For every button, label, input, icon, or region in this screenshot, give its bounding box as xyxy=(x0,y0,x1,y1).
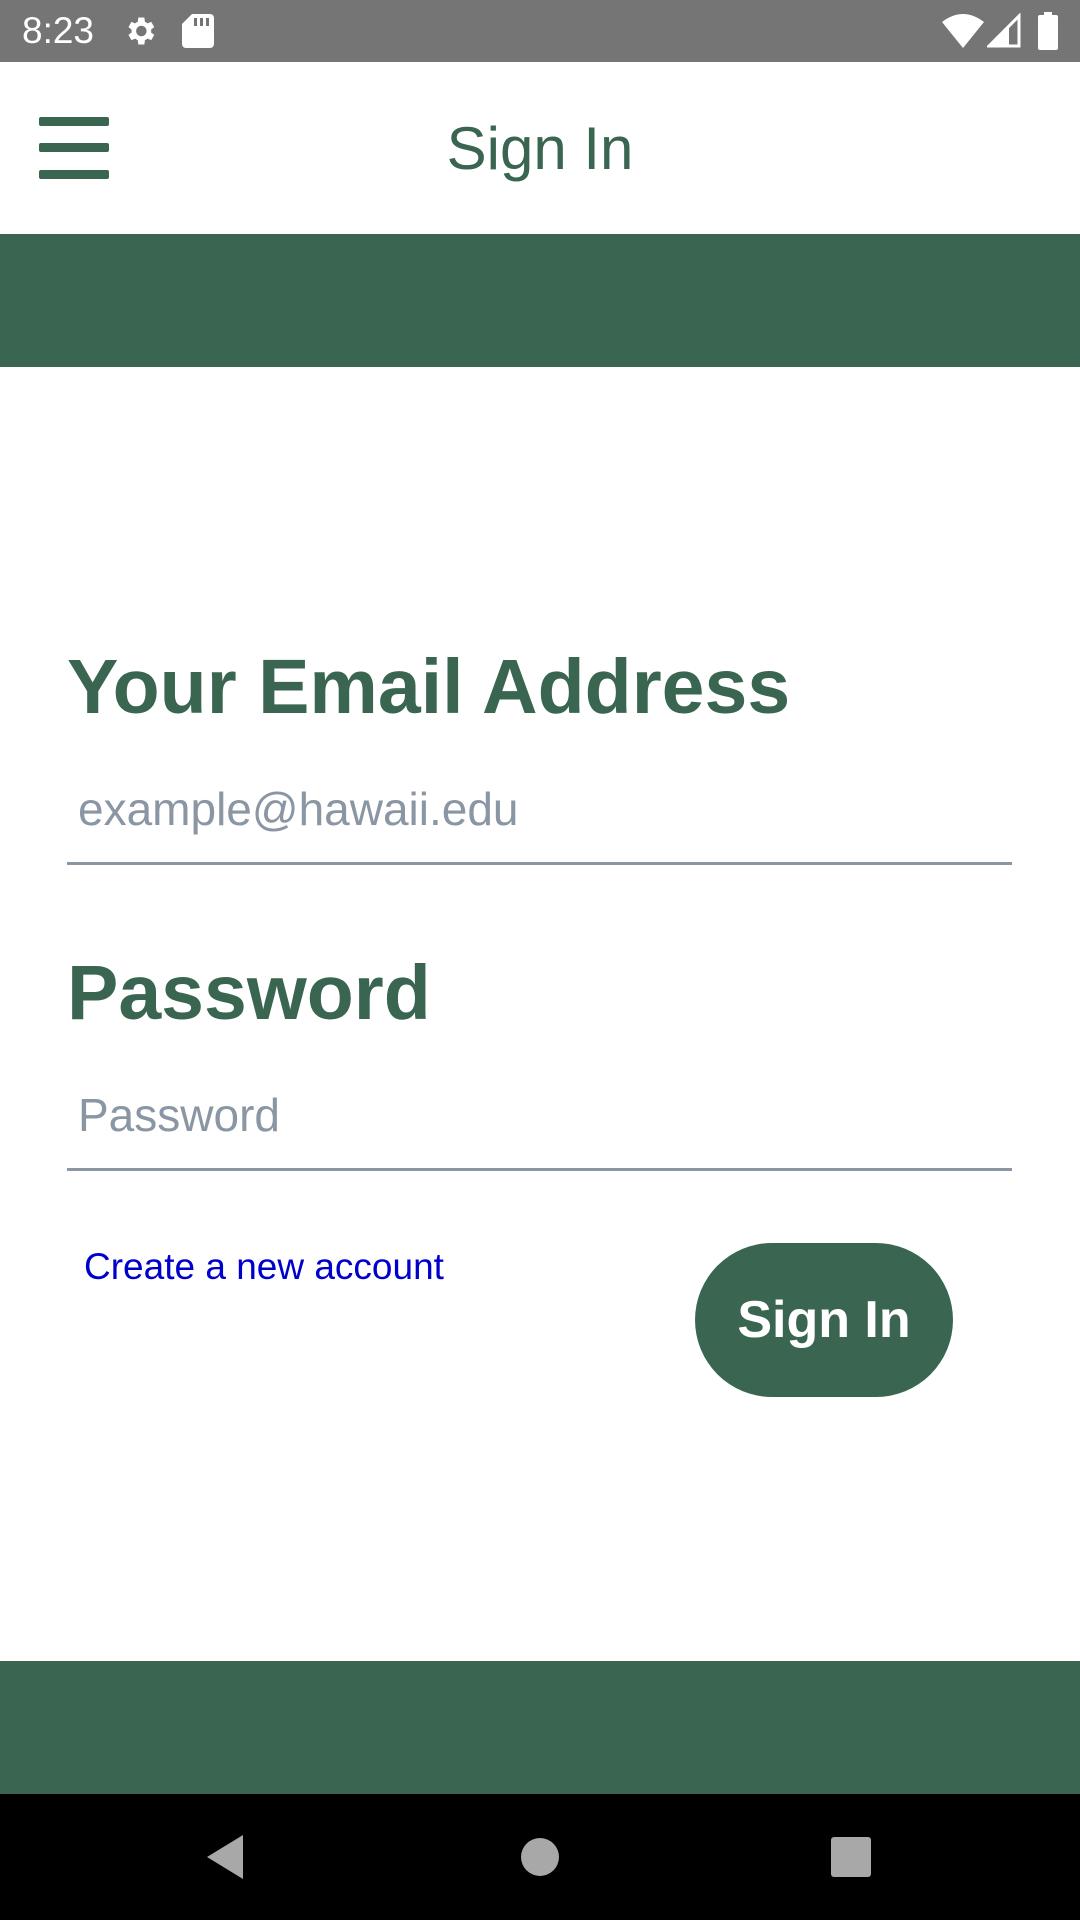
sign-in-button[interactable]: Sign In xyxy=(695,1243,953,1397)
wifi-icon xyxy=(942,14,984,48)
create-account-link[interactable]: Create a new account xyxy=(84,1246,444,1288)
menu-button[interactable] xyxy=(28,102,120,194)
back-button[interactable] xyxy=(180,1812,270,1902)
system-nav-bar xyxy=(0,1794,1080,1920)
recents-button[interactable] xyxy=(806,1812,896,1902)
password-label: Password xyxy=(67,950,431,1036)
home-button[interactable] xyxy=(495,1812,585,1902)
hamburger-menu-icon xyxy=(39,117,109,179)
header-band xyxy=(0,234,1080,367)
password-field[interactable] xyxy=(67,1061,1012,1171)
sign-in-screen: 8:23 Sign In Your Email Address example@… xyxy=(0,0,1080,1920)
back-icon xyxy=(207,1835,243,1879)
status-bar: 8:23 xyxy=(0,0,1080,62)
signal-icon xyxy=(987,13,1021,48)
gear-icon xyxy=(128,17,155,45)
sd-card-icon xyxy=(182,14,214,48)
recents-icon xyxy=(831,1837,871,1877)
email-field[interactable] xyxy=(67,755,1012,865)
home-icon xyxy=(521,1838,559,1876)
status-time: 8:23 xyxy=(22,10,95,51)
app-bar: Sign In xyxy=(0,62,1080,234)
page-title: Sign In xyxy=(446,114,634,182)
footer-band xyxy=(0,1661,1080,1794)
battery-icon xyxy=(1038,12,1058,50)
email-label: Your Email Address xyxy=(67,644,791,730)
